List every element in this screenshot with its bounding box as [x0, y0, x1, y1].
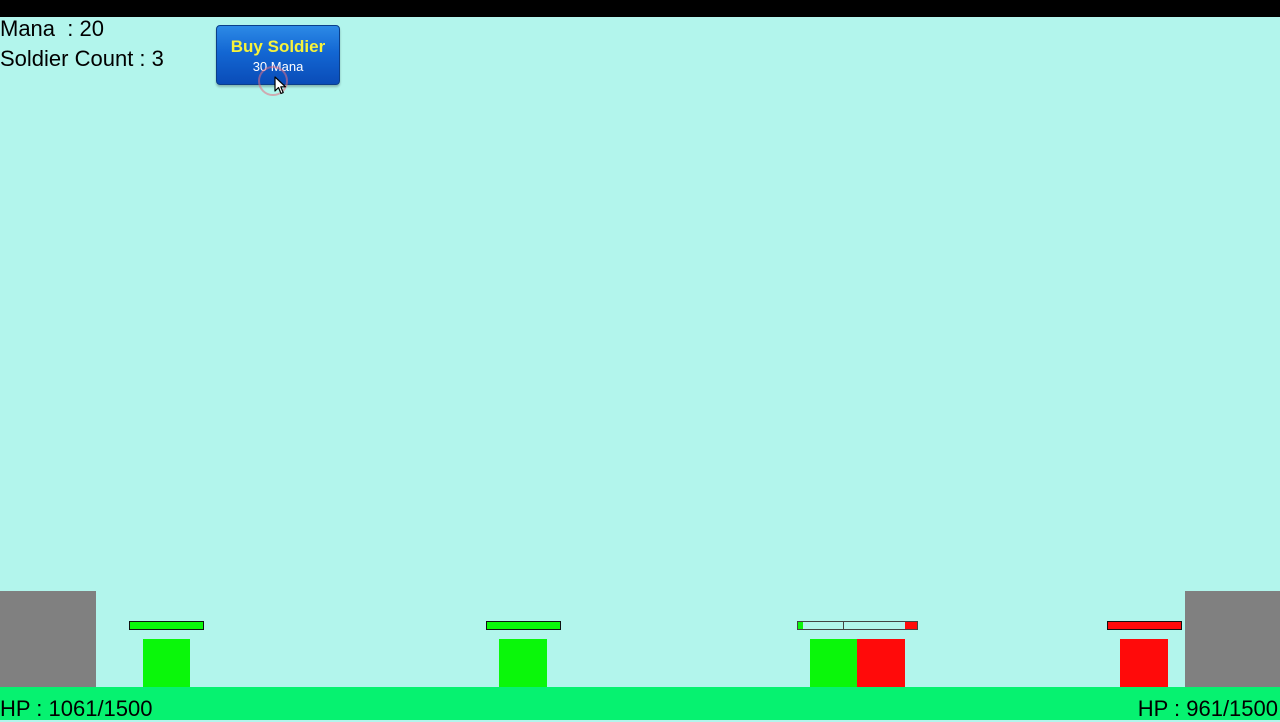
unit-health-bar: [843, 621, 918, 630]
ground: [0, 687, 1280, 720]
unit-health-fill: [130, 622, 203, 629]
enemy-base-hp: HP : 961/1500: [1137, 696, 1278, 721]
buy-soldier-label: Buy Soldier: [230, 37, 326, 56]
unit-health-fill: [487, 622, 560, 629]
enemy-soldier: [857, 639, 905, 687]
unit-health-bar: [1107, 621, 1182, 630]
unit-health-fill: [798, 622, 803, 629]
player-base-hp: HP : 1061/1500: [0, 696, 153, 721]
unit-health-bar: [129, 621, 204, 630]
top-black-bar: [0, 0, 1280, 17]
mouse-cursor-icon: [274, 76, 287, 95]
enemy-base: [1185, 591, 1280, 687]
unit-health-fill: [904, 622, 917, 629]
enemy-soldier: [1120, 639, 1168, 687]
unit-health-bar: [486, 621, 561, 630]
unit-health-fill: [1108, 622, 1181, 629]
player-soldier: [143, 639, 190, 687]
player-soldier: [499, 639, 547, 687]
player-soldier: [810, 639, 857, 687]
soldier-count-display: Soldier Count : 3: [0, 46, 164, 71]
mana-display: Mana : 20: [0, 16, 104, 41]
player-base: [0, 591, 96, 687]
